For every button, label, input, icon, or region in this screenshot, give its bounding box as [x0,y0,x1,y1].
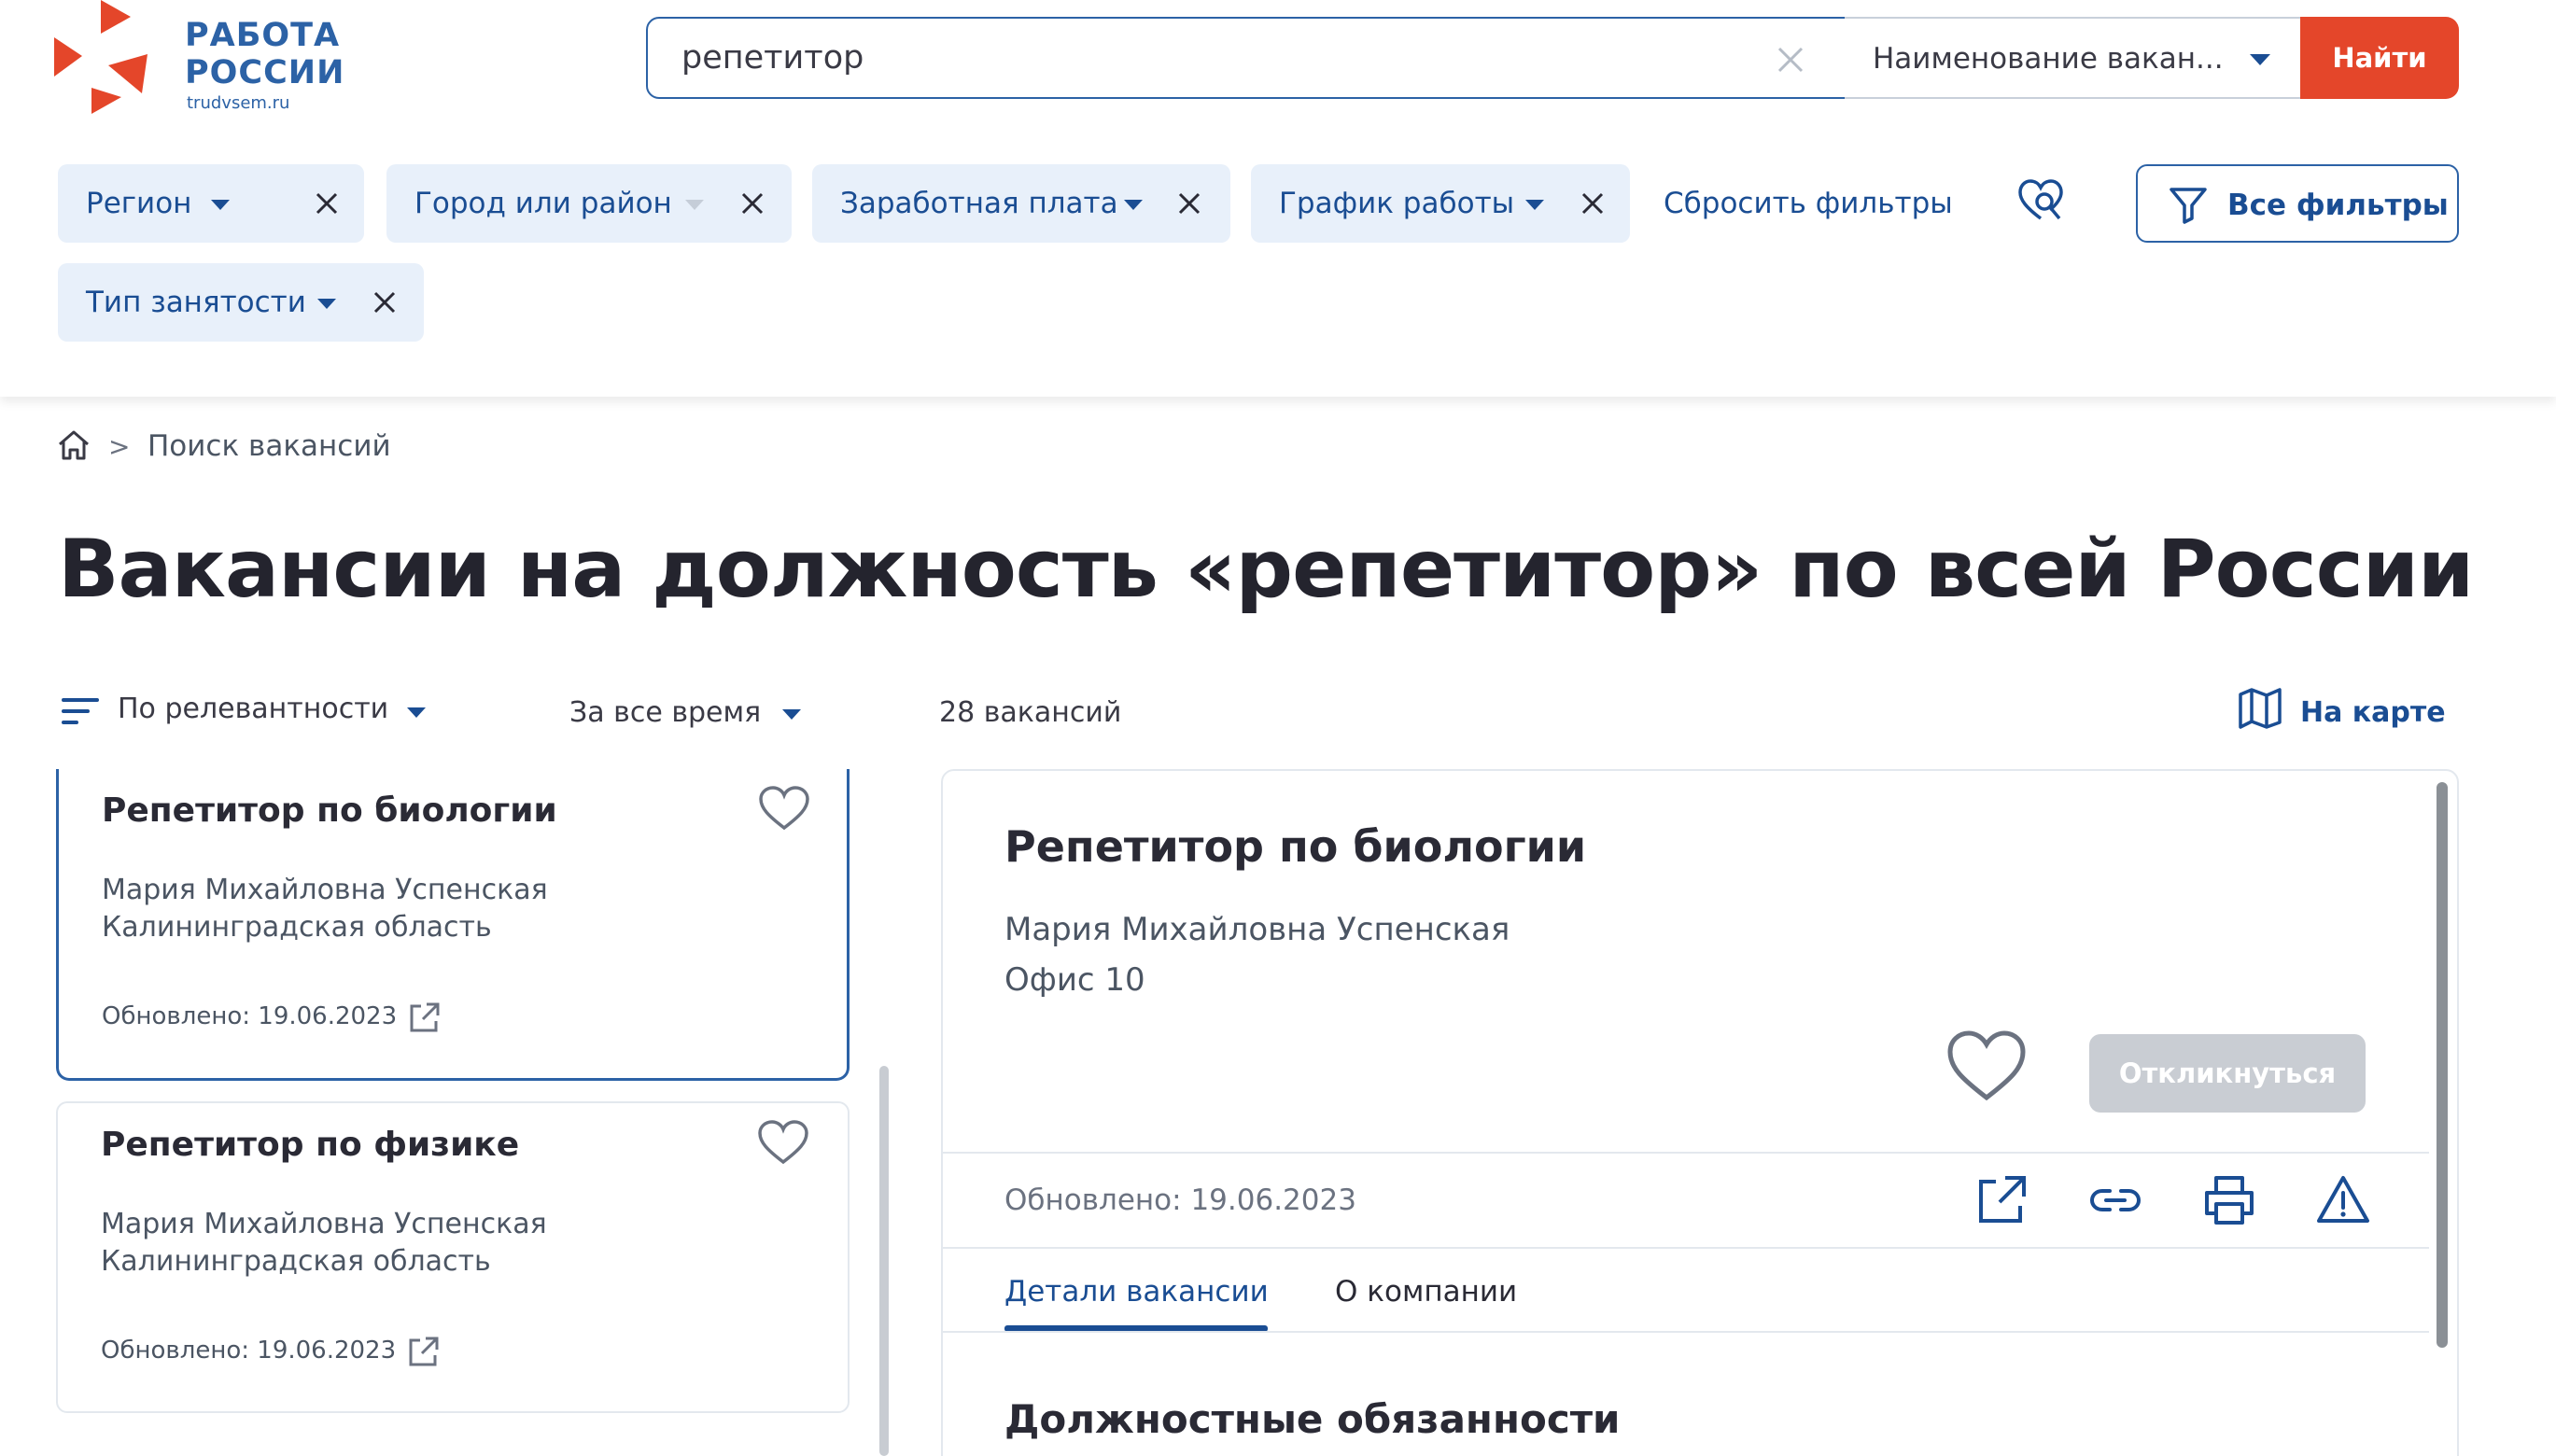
filter-icon [2170,188,2207,224]
tab-about-company[interactable]: О компании [1335,1275,1517,1309]
vacancy-count: 28 вакансий [939,696,1122,729]
list-scrollbar[interactable] [879,1066,889,1456]
print-icon[interactable] [2201,1172,2257,1228]
site-logo[interactable]: РАБОТА РОССИИ trudvsem.ru [54,0,372,117]
all-filters-button[interactable]: Все фильтры [2136,164,2459,243]
logo-line-1: РАБОТА [185,17,341,54]
breadcrumb-separator: > [108,431,131,462]
detail-office: Офис 10 [1004,961,1145,999]
vacancy-list: Репетитор по биологии Мария Михайловна У… [56,769,878,1456]
favorite-heart-icon[interactable] [756,1118,810,1167]
map-icon [2239,688,2282,729]
breadcrumb-current: Поиск вакансий [147,429,391,463]
respond-button[interactable]: Откликнуться [2089,1034,2366,1113]
filter-chip-salary[interactable]: Заработная плата [812,164,1230,243]
filter-chip-label: Регион [86,187,192,220]
section-heading: Должностные обязанности [1004,1396,1621,1442]
detail-scrollbar[interactable] [2437,782,2448,1348]
warning-icon[interactable] [2315,1172,2371,1228]
filter-chip-label: График работы [1279,187,1515,220]
filter-chip-label: Заработная плата [840,187,1118,220]
map-label: На карте [2300,696,2446,729]
logo-mark-icon [54,0,147,114]
copy-link-icon[interactable] [2087,1172,2143,1228]
vacancy-title[interactable]: Репетитор по биологии [102,791,557,830]
close-icon[interactable] [1580,190,1606,217]
vacancy-company: Мария Михайловна Успенская [101,1208,547,1240]
filter-chip-schedule[interactable]: График работы [1251,164,1630,243]
chevron-down-icon [1124,200,1143,210]
logo-line-2: РОССИИ [185,54,345,91]
vacancy-updated: Обновлено: 19.06.2023 [101,1337,397,1365]
divider [943,1247,2429,1249]
filter-chip-employment[interactable]: Тип занятости [58,263,424,342]
period-select[interactable]: За все время [569,696,761,729]
chevron-down-icon [2250,54,2270,65]
saved-search-heart-icon[interactable] [2016,177,2065,226]
favorite-heart-icon[interactable] [1945,1029,2028,1103]
sort-icon[interactable] [62,694,99,728]
logo-domain: trudvsem.ru [187,93,290,113]
search-type-select[interactable]: Наименование вакан... [1845,17,2302,99]
close-icon[interactable] [1176,190,1202,217]
tab-vacancy-details[interactable]: Детали вакансии [1004,1275,1269,1309]
vacancy-updated: Обновлено: 19.06.2023 [102,1002,398,1030]
vacancy-title[interactable]: Репетитор по физике [101,1126,519,1164]
filter-chip-label: Тип занятости [86,286,306,319]
filter-chip-city[interactable]: Город или район [386,164,792,243]
vacancy-card[interactable]: Репетитор по физике Мария Михайловна Усп… [56,1101,850,1413]
chevron-down-icon [685,200,704,210]
close-icon[interactable] [314,190,340,217]
chevron-down-icon [407,707,426,718]
detail-title: Репетитор по биологии [1004,821,1587,872]
all-filters-label: Все фильтры [2227,189,2449,222]
show-on-map-link[interactable]: На карте [2237,687,2461,735]
chevron-down-icon [782,709,801,720]
sort-select[interactable]: По релевантности [118,693,388,725]
external-link-icon[interactable] [405,1335,441,1370]
site-header: РАБОТА РОССИИ trudvsem.ru репетитор Наим… [0,0,2556,397]
close-icon[interactable] [739,190,765,217]
clear-search-icon[interactable] [1774,43,1807,77]
reset-filters-link[interactable]: Сбросить фильтры [1664,187,1953,220]
vacancy-company: Мария Михайловна Успенская [102,874,548,906]
external-link-icon[interactable] [1973,1172,2029,1228]
search-input[interactable]: репетитор [646,17,1847,99]
search-button[interactable]: Найти [2300,17,2459,99]
filter-chip-label: Город или район [414,187,672,220]
chevron-down-icon [317,299,336,309]
search-type-label: Наименование вакан... [1873,42,2224,76]
close-icon[interactable] [372,289,398,315]
divider [943,1331,2429,1333]
page-title: Вакансии на должность «репетитор» по все… [58,523,2474,616]
external-link-icon[interactable] [406,1001,442,1036]
detail-company[interactable]: Мария Михайловна Успенская [1004,911,1510,948]
logo-text: РАБОТА РОССИИ [185,17,344,91]
filter-chip-region[interactable]: Регион [58,164,364,243]
vacancy-detail-panel: Репетитор по биологии Мария Михайловна У… [941,769,2459,1456]
vacancy-region: Калининградская область [102,911,492,944]
chevron-down-icon [1525,200,1544,210]
vacancy-region: Калининградская область [101,1245,491,1278]
detail-updated: Обновлено: 19.06.2023 [1004,1183,1356,1217]
search-input-value[interactable]: репетитор [681,39,864,77]
favorite-heart-icon[interactable] [757,784,811,833]
divider [943,1152,2429,1154]
vacancy-card[interactable]: Репетитор по биологии Мария Михайловна У… [56,769,850,1081]
home-icon[interactable] [56,427,91,463]
chevron-down-icon [211,200,230,210]
